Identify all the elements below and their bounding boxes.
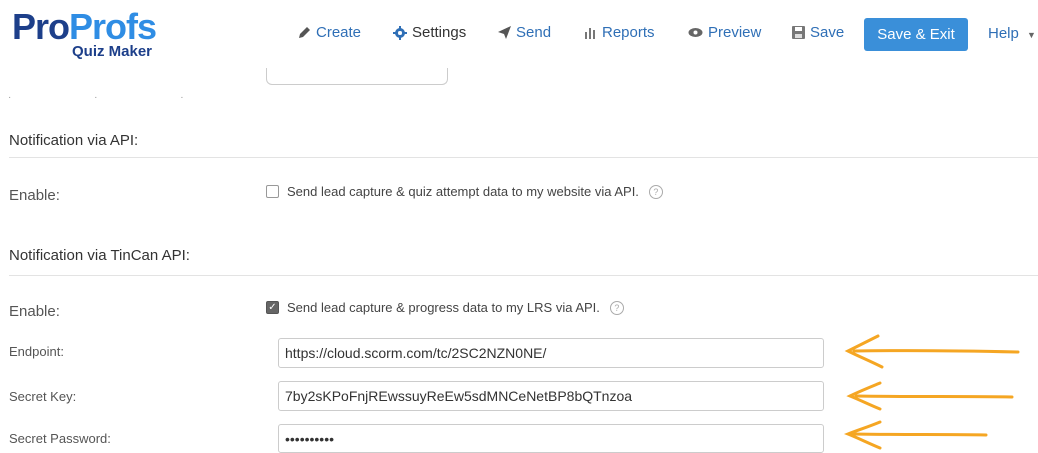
nav-settings[interactable]: Settings [393, 24, 466, 41]
annotation-arrow-left [843, 420, 988, 450]
nav-send[interactable]: Send [498, 24, 551, 41]
nav-create[interactable]: Create [298, 24, 361, 41]
save-exit-button[interactable]: Save & Exit [864, 18, 968, 51]
api-enable-option[interactable]: Send lead capture & quiz attempt data to… [266, 184, 663, 199]
nav-reports-label: Reports [602, 24, 655, 41]
nav-reports[interactable]: Reports [584, 24, 655, 41]
question-circle-icon[interactable]: ? [609, 300, 624, 315]
api-enable-checkbox[interactable] [266, 185, 279, 198]
tincan-section-title: Notification via TinCan API: [9, 247, 190, 264]
eye-icon [688, 28, 703, 37]
bar-chart-icon [585, 28, 595, 39]
caret-down-icon: ▼ [1027, 30, 1036, 40]
endpoint-label: Endpoint: [9, 344, 64, 359]
secret-password-input[interactable]: •••••••••• [278, 424, 824, 453]
endpoint-input[interactable]: https://cloud.scorm.com/tc/2SC2NZN0NE/ [278, 338, 824, 368]
annotation-arrow-left [846, 381, 1014, 411]
annotation-arrow-left [844, 334, 1020, 369]
tincan-enable-option[interactable]: Send lead capture & progress data to my … [266, 300, 624, 315]
gear-icon [393, 25, 407, 40]
nav-save-label: Save [810, 24, 845, 41]
top-nav: Create Settings Send Reports Preview Sav… [0, 18, 1038, 51]
nav-settings-label: Settings [412, 24, 467, 41]
nav-preview[interactable]: Preview [688, 24, 761, 41]
app-header: ProProfs Quiz Maker Create Settings Send… [0, 0, 1038, 68]
nav-save[interactable]: Save [792, 24, 844, 41]
floppy-disk-icon [792, 26, 805, 39]
help-label: Help [988, 25, 1019, 42]
tincan-enable-label: Enable: [9, 303, 60, 320]
api-enable-checkbox-label: Send lead capture & quiz attempt data to… [287, 184, 639, 199]
question-circle-icon[interactable]: ? [648, 184, 663, 199]
cropped-input-field[interactable] [266, 68, 448, 85]
secret-password-label: Secret Password: [9, 431, 111, 446]
send-icon [498, 26, 511, 39]
secret-key-input[interactable]: 7by2sKPoFnjREwssuyReEw5sdMNCeNetBP8bQTnz… [278, 381, 824, 411]
secret-key-label: Secret Key: [9, 389, 77, 404]
help-menu[interactable]: Help ▼ [988, 25, 1036, 42]
api-section-title: Notification via API: [9, 132, 139, 149]
api-enable-label: Enable: [9, 187, 60, 204]
section-divider [9, 275, 1038, 276]
nav-create-label: Create [316, 24, 362, 41]
nav-send-label: Send [516, 24, 552, 41]
tincan-enable-checkbox-label: Send lead capture & progress data to my … [287, 300, 600, 315]
nav-preview-label: Preview [708, 24, 762, 41]
pencil-icon [299, 27, 310, 38]
cropped-label-fragment: · · · [8, 92, 224, 103]
section-divider [9, 157, 1038, 158]
tincan-enable-checkbox[interactable] [266, 301, 279, 314]
